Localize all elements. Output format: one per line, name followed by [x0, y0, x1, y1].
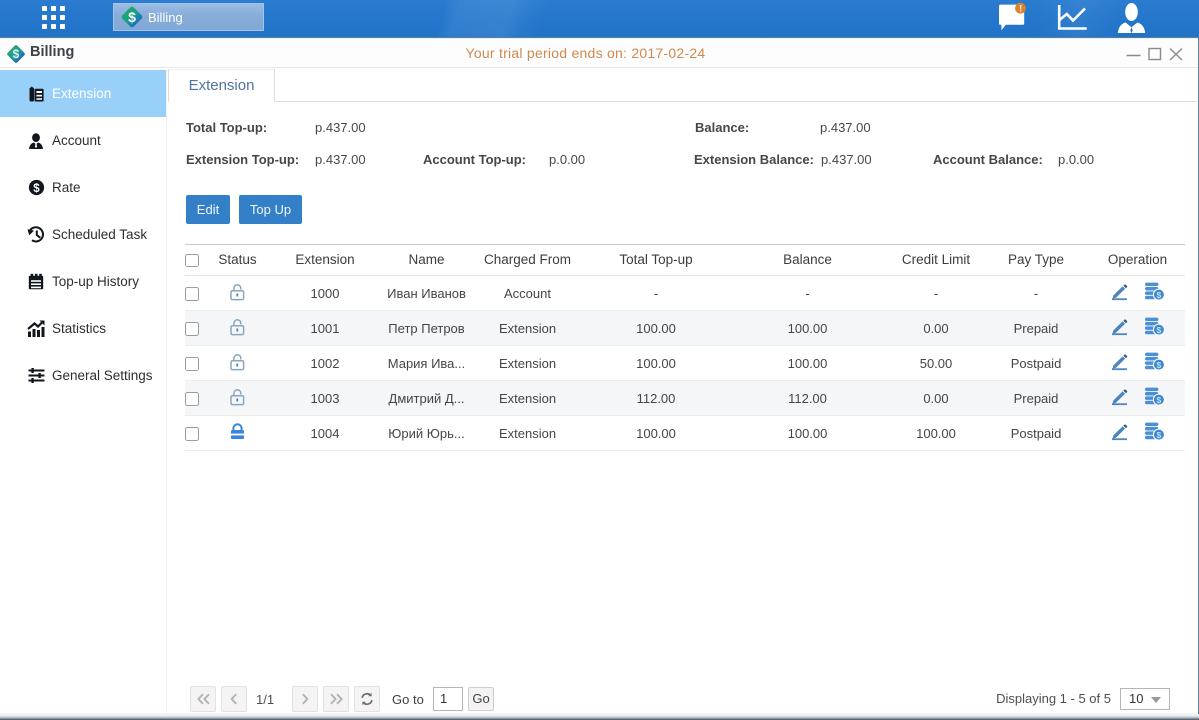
- svg-text:$: $: [128, 9, 136, 25]
- svg-text:!: !: [1019, 4, 1022, 14]
- svg-text:$: $: [33, 183, 40, 195]
